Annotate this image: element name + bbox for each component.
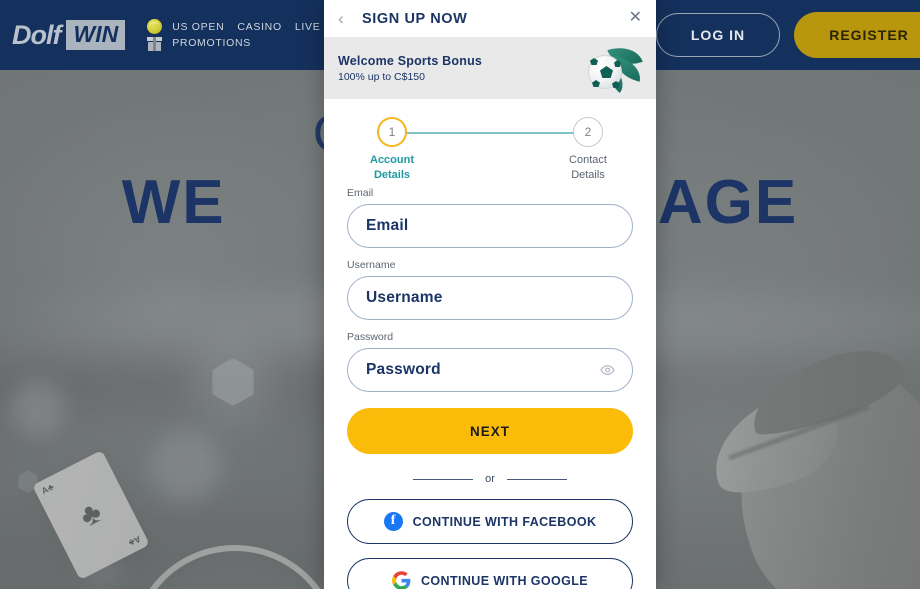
email-input[interactable]: Email (347, 204, 633, 248)
modal-body: 1 Account Details 2 Contact Details Emai… (324, 99, 656, 589)
google-icon (391, 571, 411, 589)
divider-line-left (413, 478, 474, 480)
step-contact-details[interactable]: 2 Contact Details (529, 117, 647, 183)
nav-item-promotions[interactable]: PROMOTIONS (172, 37, 251, 49)
site-logo[interactable]: Dolf WIN (12, 19, 126, 50)
eye-icon[interactable] (600, 363, 615, 378)
log-in-button[interactable]: LOG IN (656, 13, 780, 57)
step-number-1: 1 (377, 117, 407, 147)
username-input-placeholder: Username (366, 289, 443, 306)
password-input-placeholder: Password (366, 361, 441, 378)
signup-step-indicator: 1 Account Details 2 Contact Details (347, 117, 633, 181)
step-label-line2: Details (373, 169, 411, 181)
tennis-ball-icon (147, 19, 163, 34)
divider-line-right (506, 478, 567, 480)
step-number-2: 2 (573, 117, 603, 147)
facebook-icon: f (383, 512, 403, 531)
step-label-line1: Account (370, 154, 414, 166)
modal-header: ‹ SIGN UP NOW ✕ (324, 0, 656, 37)
facebook-button-label: CONTINUE WITH FACEBOOK (412, 514, 597, 529)
step-account-details[interactable]: 1 Account Details (333, 117, 451, 183)
welcome-bonus-banner[interactable]: Welcome Sports Bonus 100% up to C$150 (324, 37, 656, 99)
nav-item-casino[interactable]: CASINO (237, 21, 281, 33)
password-field-group: Password Password (347, 331, 633, 392)
step-label-account-details: Account Details (333, 153, 451, 183)
register-button[interactable]: REGISTER (794, 12, 920, 58)
next-button[interactable]: NEXT (347, 408, 633, 454)
logo-word-dolf: Dolf (12, 19, 61, 50)
chevron-left-icon[interactable]: ‹ (338, 10, 352, 27)
page-root: A♣ ♣ A♣ GET UP TO WELCOME PACKAGE Dolf W… (0, 0, 920, 589)
continue-with-facebook-button[interactable]: f CONTINUE WITH FACEBOOK (347, 499, 633, 544)
sign-up-modal: ‹ SIGN UP NOW ✕ Welcome Sports Bonus 100… (324, 0, 656, 589)
top-navigation-actions: ▾ LOG IN REGISTER (636, 0, 920, 70)
bonus-title: Welcome Sports Bonus (338, 53, 483, 68)
gift-icon (147, 37, 163, 51)
divider-label: or (485, 473, 495, 485)
soccer-ball-with-leaves-icon (586, 40, 644, 93)
step-label-contact-details: Contact Details (529, 153, 647, 183)
google-button-label: CONTINUE WITH GOOGLE (420, 573, 589, 588)
divider-or: or (347, 473, 633, 485)
step-label-line1: Contact (569, 154, 607, 166)
modal-title: SIGN UP NOW (362, 10, 468, 27)
email-field-group: Email Email (347, 187, 633, 248)
email-field-label: Email (347, 187, 374, 199)
username-field-label: Username (347, 259, 396, 271)
bonus-subtitle: 100% up to C$150 (338, 70, 425, 83)
nav-item-us-open[interactable]: US OPEN (172, 21, 224, 33)
hero-headline-line2-prefix: WE (121, 168, 226, 237)
username-field-group: Username Username (347, 259, 633, 320)
hero-headline-line2-tail: AGE (657, 168, 799, 237)
continue-with-google-button[interactable]: CONTINUE WITH GOOGLE (347, 558, 633, 589)
password-input[interactable]: Password (347, 348, 633, 392)
logo-word-win: WIN (66, 20, 126, 50)
close-icon[interactable]: ✕ (629, 10, 642, 26)
nav-icon-column (147, 19, 163, 51)
step-label-line2: Details (571, 169, 605, 181)
password-field-label: Password (347, 331, 394, 343)
username-input[interactable]: Username (347, 276, 633, 320)
email-input-placeholder: Email (366, 217, 409, 234)
